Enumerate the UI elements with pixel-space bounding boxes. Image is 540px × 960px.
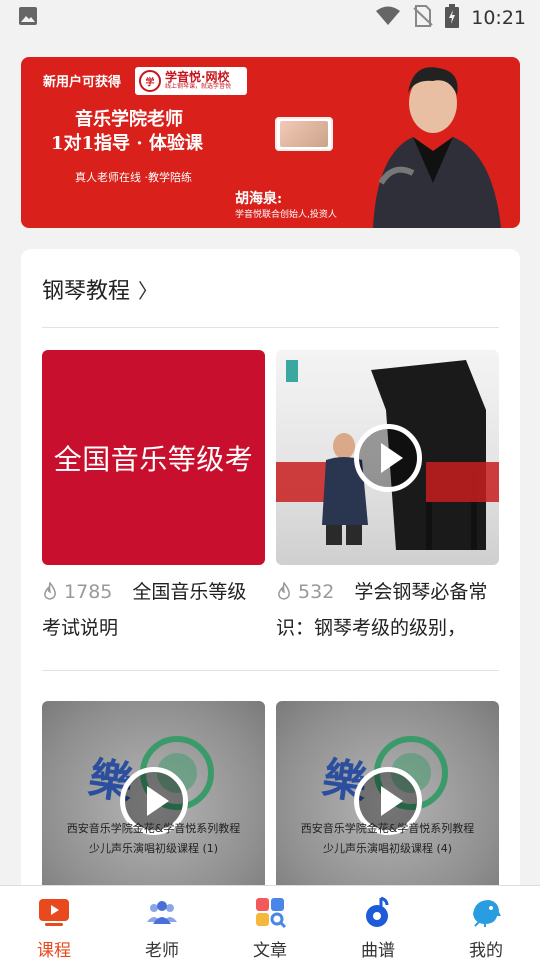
tab-mine[interactable]: 我的 xyxy=(432,886,540,960)
wifi-icon xyxy=(375,6,401,30)
section-header[interactable]: 钢琴教程 〉 xyxy=(42,273,158,305)
tab-label: 老师 xyxy=(145,941,179,960)
banner-title-line2: 1对1指导 · 体验课 xyxy=(51,133,203,154)
brand-name: 学音悦·网校 xyxy=(165,70,230,85)
banner-new-user-text: 新用户可获得 xyxy=(43,75,122,90)
thumbnail-caption-line1: 西安音乐学院金花&学音悦系列教程 xyxy=(66,822,241,835)
phone-image xyxy=(275,117,333,151)
tab-label: 文章 xyxy=(253,941,287,960)
course-thumbnail[interactable]: 樂 西安音乐学院金花&学音悦系列教程 少儿声乐演唱初级课程 (1) xyxy=(42,701,265,909)
tab-teachers[interactable]: 老师 xyxy=(108,886,216,960)
course-meta[interactable]: 532 学会钢琴必备常 识：钢琴考级的级别， xyxy=(276,574,501,646)
thumbnail-caption-line2: 少儿声乐演唱初级课程 (1) xyxy=(88,842,219,855)
play-icon[interactable] xyxy=(353,423,422,492)
grid-search-icon xyxy=(253,896,287,932)
banner-title-line1: 音乐学院老师 xyxy=(75,109,183,130)
status-bar: 10:21 xyxy=(0,0,540,36)
course-title-line2: 考试说明 xyxy=(42,617,119,639)
bottom-tab-bar: 课程 老师 文章 曲谱 我的 xyxy=(0,885,540,960)
banner-subtitle: 真人老师在线 ·教学陪练 xyxy=(75,171,192,184)
thumbnail-text: 全国音乐等级考 xyxy=(53,442,254,476)
course-section-card: 钢琴教程 〉 全国音乐等级考 1785 全国音乐等级 考试说明 532 学会钢琴… xyxy=(21,249,520,909)
fire-icon xyxy=(276,581,298,603)
divider xyxy=(42,670,499,671)
host-title: 学音悦联合创始人,投资人 xyxy=(235,210,337,220)
brand-tagline: 线上钢琴课，就选学音悦 xyxy=(165,83,232,91)
thumbnail-caption-line2: 少儿声乐演唱初级课程 (4) xyxy=(322,842,453,855)
host-photo xyxy=(373,67,501,228)
course-thumbnail[interactable] xyxy=(276,350,499,565)
chevron-right-icon: 〉 xyxy=(138,278,159,303)
tab-scores[interactable]: 曲谱 xyxy=(324,886,432,960)
course-title-line1: 全国音乐等级 xyxy=(132,581,247,603)
status-time: 10:21 xyxy=(471,7,526,29)
view-count: 1785 xyxy=(64,581,113,603)
view-count: 532 xyxy=(298,581,335,603)
section-title: 钢琴教程 xyxy=(42,279,131,304)
promo-banner[interactable]: 新用户可获得 学 学音悦·网校 线上钢琴课，就选学音悦 音乐学院老师 1对1指导… xyxy=(21,57,520,228)
tab-label: 曲谱 xyxy=(361,941,395,960)
course-meta[interactable]: 1785 全国音乐等级 考试说明 xyxy=(42,574,267,646)
people-icon xyxy=(145,896,179,932)
brand-seal-icon: 学 xyxy=(139,70,161,92)
no-sim-icon xyxy=(413,5,433,31)
brand-logo: 学 学音悦·网校 线上钢琴课，就选学音悦 xyxy=(135,67,247,95)
host-name: 胡海泉: xyxy=(235,191,283,207)
course-title-line2: 识：钢琴考级的级别， xyxy=(276,617,467,639)
fire-icon xyxy=(42,581,64,603)
course-thumbnail[interactable]: 全国音乐等级考 xyxy=(42,350,265,565)
tab-label: 我的 xyxy=(469,941,503,960)
thumbnail-caption-line1: 西安音乐学院金花&学音悦系列教程 xyxy=(300,822,475,835)
tv-icon xyxy=(37,896,71,932)
course-thumbnail[interactable]: 樂 西安音乐学院金花&学音悦系列教程 少儿声乐演唱初级课程 (4) xyxy=(276,701,499,909)
image-icon xyxy=(18,6,38,30)
tab-label: 课程 xyxy=(37,941,71,960)
tab-articles[interactable]: 文章 xyxy=(216,886,324,960)
divider xyxy=(42,327,499,328)
tab-courses[interactable]: 课程 xyxy=(0,886,108,960)
course-title-line1: 学会钢琴必备常 xyxy=(354,581,488,603)
battery-charging-icon xyxy=(445,4,460,32)
bird-icon xyxy=(469,896,503,932)
music-note-icon xyxy=(361,896,395,932)
